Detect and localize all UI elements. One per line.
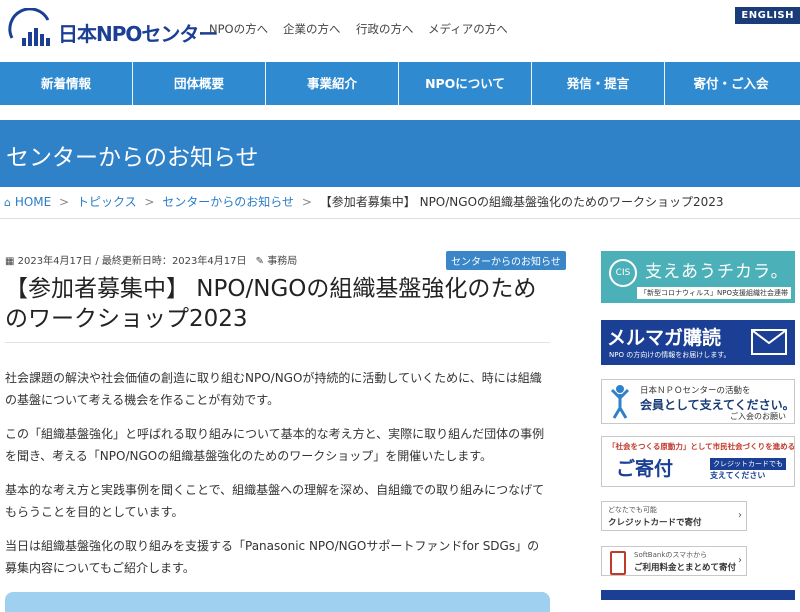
breadcrumb-topics[interactable]: トピックス: [77, 195, 137, 209]
donation-card-tag: クレジットカードでも: [710, 458, 786, 470]
mailmag-banner[interactable]: メルマガ購読 NPO の方向けの情報をお届けします。: [601, 320, 795, 365]
post-paragraph: 社会課題の解決や社会価値の創造に取り組むNPO/NGOが持続的に活動していくため…: [5, 371, 542, 407]
updated-label: / 最終更新日時：: [95, 256, 172, 267]
nav-news[interactable]: 新着情報: [0, 62, 132, 105]
chevron-right-icon: ›: [738, 555, 742, 566]
post-date: 2023年4月17日: [17, 256, 93, 267]
cis-subtitle: 「新型コロナウィルス」NPO支援組織社会連帯: [637, 287, 791, 299]
donation-banner[interactable]: 「社会をつくる原動力」として市民社会づくりを進めるため ご寄付 クレジットカード…: [601, 436, 795, 487]
breadcrumb-separator: >: [301, 195, 312, 209]
home-icon: ⌂: [4, 196, 11, 209]
pencil-icon: ✎: [255, 256, 265, 267]
donation-line1: 「社会をつくる原動力」として市民社会づくりを進めるため: [608, 442, 795, 451]
cis-logo-icon: CIS: [609, 259, 637, 287]
softbank-line1: SoftBankのスマホから: [634, 551, 708, 559]
nav-about-npo[interactable]: NPOについて: [399, 62, 531, 105]
post-paragraph: 当日は組織基盤強化の取り組みを支援する「Panasonic NPO/NGOサポー…: [5, 539, 540, 575]
toplink-company[interactable]: 企業の方へ: [283, 21, 341, 37]
membership-banner[interactable]: 日本ＮＰＯセンターの活動を 会員として支えてください。 ご入会のお願い: [601, 379, 795, 424]
credit-line2: クレジットカードで寄付: [608, 518, 702, 528]
nav-donate-join[interactable]: 寄付・ご入会: [665, 62, 797, 105]
breadcrumb-separator: >: [59, 195, 70, 209]
cis-banner[interactable]: CIS 支えあうチカラ。 「新型コロナウィルス」NPO支援組織社会連帯: [601, 251, 795, 303]
nav-about[interactable]: 団体概要: [133, 62, 265, 105]
credit-card-donation-banner[interactable]: どなたでも可能 クレジットカードで寄付 ›: [601, 501, 747, 531]
logo-text: 日本NPOセンター: [58, 22, 218, 46]
post-author: 事務局: [267, 256, 298, 267]
chevron-right-icon: ›: [738, 510, 742, 521]
person-icon: [610, 385, 630, 419]
event-info-box: [5, 592, 550, 612]
page-banner: センターからのお知らせ: [0, 120, 800, 187]
english-button[interactable]: ENGLISH: [735, 7, 800, 24]
toplink-npo[interactable]: NPOの方へ: [209, 21, 268, 37]
softbank-line2: ご利用料金とまとめて寄付: [634, 563, 737, 573]
breadcrumb-separator: >: [144, 195, 155, 209]
calendar-icon: ▦: [5, 256, 15, 267]
toplink-media[interactable]: メディアの方へ: [428, 21, 508, 37]
nav-proposals[interactable]: 発信・提言: [532, 62, 664, 105]
post-paragraph: この「組織基盤強化」と呼ばれる取り組みについて基本的な考え方と、実際に取り組んだ…: [5, 427, 545, 463]
mailmag-subtitle: NPO の方向けの情報をお届けします。: [609, 351, 731, 359]
credit-line1: どなたでも可能: [608, 506, 657, 514]
mailmag-title: メルマガ購読: [607, 327, 722, 349]
donation-line4: 支えてください: [710, 471, 766, 480]
divider: [0, 218, 800, 219]
softbank-donation-banner[interactable]: SoftBankのスマホから ご利用料金とまとめて寄付 ›: [601, 546, 747, 576]
breadcrumb-current: 【参加者募集中】 NPO/NGOの組織基盤強化のためのワークショップ2023: [319, 195, 724, 209]
post-title: 【参加者募集中】 NPO/NGOの組織基盤強化のためのワークショップ2023: [5, 276, 537, 332]
post-paragraph: 基本的な考え方と実践事例を聞くことで、組織基盤への理解を深め、自組織での取り組み…: [5, 483, 545, 519]
divider: [5, 342, 550, 343]
toplink-government[interactable]: 行政の方へ: [356, 21, 414, 37]
page-title: センターからのお知らせ: [6, 145, 259, 171]
envelope-icon: [751, 329, 787, 355]
post-meta: ▦ 2023年4月17日 / 最終更新日時：2023年4月17日 ✎ 事務局: [5, 252, 297, 267]
site-logo[interactable]: 日本NPOセンター: [8, 7, 218, 52]
breadcrumb-home[interactable]: HOME: [15, 195, 51, 209]
smartphone-icon: [610, 551, 626, 575]
main-nav: 新着情報 団体概要 事業紹介 NPOについて 発信・提言 寄付・ご入会: [0, 62, 800, 105]
cis-title: 支えあうチカラ。: [645, 262, 789, 282]
sidebar-banner-partial[interactable]: [601, 590, 795, 600]
membership-link: ご入会のお願い: [730, 412, 786, 421]
nav-projects[interactable]: 事業紹介: [266, 62, 398, 105]
donation-title: ご寄付: [616, 458, 674, 480]
updated-date: 2023年4月17日: [171, 256, 247, 267]
membership-line1: 日本ＮＰＯセンターの活動を: [640, 386, 751, 396]
category-badge[interactable]: センターからのお知らせ: [446, 251, 566, 270]
breadcrumb: ⌂ HOME > トピックス > センターからのお知らせ > 【参加者募集中】 …: [4, 193, 724, 210]
breadcrumb-news[interactable]: センターからのお知らせ: [162, 195, 294, 209]
